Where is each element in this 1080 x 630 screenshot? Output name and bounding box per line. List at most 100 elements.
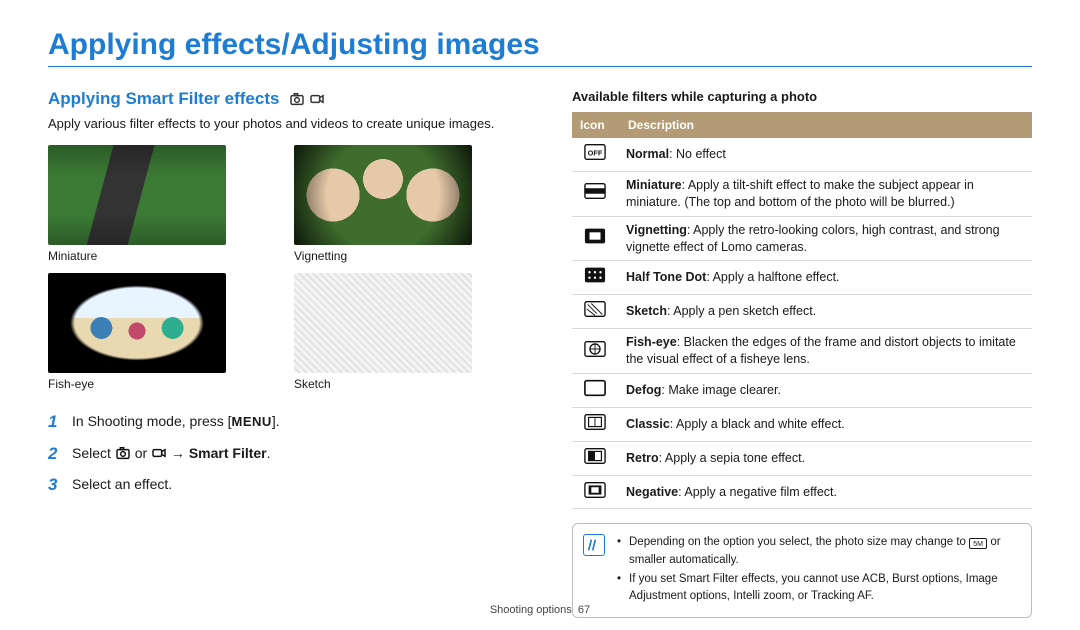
table-row: Miniature: Apply a tilt-shift effect to … [572,171,1032,216]
table-row: Defog: Make image clearer. [572,373,1032,407]
step-2-bold: Smart Filter [189,445,267,461]
mode-icons [289,91,325,107]
note-text: Depending on the option you select, the … [629,536,969,548]
filter-description: Half Tone Dot: Apply a halftone effect. [618,261,1032,295]
page-footer: Shooting options 67 [0,604,1080,616]
filter-description: Classic: Apply a black and white effect. [618,407,1032,441]
thumbnail-image-sketch [294,273,472,373]
step-1-text-a: In Shooting mode, press [ [72,413,232,429]
filter-name: Defog [626,383,661,397]
step-1-text-b: ]. [272,413,280,429]
step-number: 3 [48,472,62,498]
step-2-text-a: Select [72,445,115,461]
filter-text: : Apply a pen sketch effect. [667,304,816,318]
filter-name: Negative [626,485,678,499]
filter-icon-vignetting [572,216,618,261]
filter-icon-half-tone-dot [572,261,618,295]
filter-name: Miniature [626,178,682,192]
table-row: Half Tone Dot: Apply a halftone effect. [572,261,1032,295]
filter-name: Retro [626,451,659,465]
step-2-text-b: or [131,445,151,461]
note-line-2: If you set Smart Filter effects, you can… [617,571,1019,606]
filter-name: Half Tone Dot [626,270,706,284]
filter-icon-normal: OFF [572,138,618,171]
filter-description: Fish-eye: Blacken the edges of the frame… [618,329,1032,374]
filter-text: : Apply a halftone effect. [706,270,839,284]
thumbnail-grid: Miniature Vignetting Fish-eye Sketch [48,145,528,391]
table-row: OFF Normal: No effect [572,138,1032,171]
filter-description: Negative: Apply a negative film effect. [618,475,1032,509]
filter-description: Vignetting: Apply the retro-looking colo… [618,216,1032,261]
filter-name: Classic [626,417,670,431]
filter-description: Retro: Apply a sepia tone effect. [618,441,1032,475]
thumbnail-miniature: Miniature [48,145,282,263]
step-3: 3 Select an effect. [48,472,528,498]
thumbnail-fisheye: Fish-eye [48,273,282,391]
step-3-text: Select an effect. [72,474,172,495]
footer-page-number: 67 [578,604,590,616]
page-title: Applying effects/Adjusting images [48,28,1032,67]
step-number: 2 [48,441,62,467]
section-heading: Applying Smart Filter effects [48,89,528,109]
thumbnail-image-vignetting [294,145,472,245]
thumbnail-caption: Vignetting [294,249,528,263]
filter-description: Miniature: Apply a tilt-shift effect to … [618,171,1032,216]
thumbnail-caption: Miniature [48,249,282,263]
thumbnail-image-fisheye [48,273,226,373]
filter-description: Defog: Make image clearer. [618,373,1032,407]
info-icon [583,534,605,556]
table-row: Sketch: Apply a pen sketch effect. [572,295,1032,329]
filter-description: Sketch: Apply a pen sketch effect. [618,295,1032,329]
left-column: Applying Smart Filter effects Apply vari… [48,89,528,618]
filter-text: : Apply a negative film effect. [678,485,837,499]
photo-mode-icon [289,91,305,107]
table-row: Classic: Apply a black and white effect. [572,407,1032,441]
right-column: Available filters while capturing a phot… [572,89,1032,618]
filter-name: Vignetting [626,223,687,237]
filter-icon-sketch [572,295,618,329]
section-heading-text: Applying Smart Filter effects [48,89,279,109]
footer-section: Shooting options [490,604,572,616]
step-2-text-c: . [267,445,271,461]
table-row: Retro: Apply a sepia tone effect. [572,441,1032,475]
video-mode-icon [309,91,325,107]
filters-header-desc: Description [618,112,1032,138]
content-columns: Applying Smart Filter effects Apply vari… [48,89,1032,618]
step-1: 1 In Shooting mode, press [MENU]. [48,409,528,435]
svg-text:OFF: OFF [588,149,603,158]
note-line-1: Depending on the option you select, the … [617,534,1019,569]
filter-text: : Apply a black and white effect. [670,417,845,431]
thumbnail-sketch: Sketch [294,273,528,391]
filter-text: : Make image clearer. [661,383,781,397]
filter-text: : Blacken the edges of the frame and dis… [626,335,1016,366]
filter-icon-miniature [572,171,618,216]
video-mode-icon [151,445,167,461]
table-row: Fish-eye: Blacken the edges of the frame… [572,329,1032,374]
thumbnail-caption: Fish-eye [48,377,282,391]
table-row: Vignetting: Apply the retro-looking colo… [572,216,1032,261]
thumbnail-caption: Sketch [294,377,528,391]
filters-table: Icon Description OFFNormal: No effectMin… [572,112,1032,509]
steps-list: 1 In Shooting mode, press [MENU]. 2 Sele… [48,409,528,498]
section-subtitle: Apply various filter effects to your pho… [48,115,528,133]
photo-mode-icon [115,445,131,461]
filter-name: Fish-eye [626,335,677,349]
filter-icon-fish-eye [572,329,618,374]
filter-icon-classic [572,407,618,441]
thumbnail-vignetting: Vignetting [294,145,528,263]
size-icon: 5M [969,538,987,549]
arrow-icon: → [167,445,189,461]
thumbnail-image-miniature [48,145,226,245]
filters-table-title: Available filters while capturing a phot… [572,89,1032,104]
filters-header-icon: Icon [572,112,618,138]
step-2: 2 Select or → Smart Filter. [48,441,528,467]
filter-text: : No effect [669,147,726,161]
filter-icon-negative [572,475,618,509]
filter-text: : Apply a sepia tone effect. [659,451,805,465]
menu-button-label: MENU [232,412,272,432]
filter-name: Normal [626,147,669,161]
table-row: Negative: Apply a negative film effect. [572,475,1032,509]
filter-icon-defog [572,373,618,407]
filter-name: Sketch [626,304,667,318]
filter-description: Normal: No effect [618,138,1032,171]
